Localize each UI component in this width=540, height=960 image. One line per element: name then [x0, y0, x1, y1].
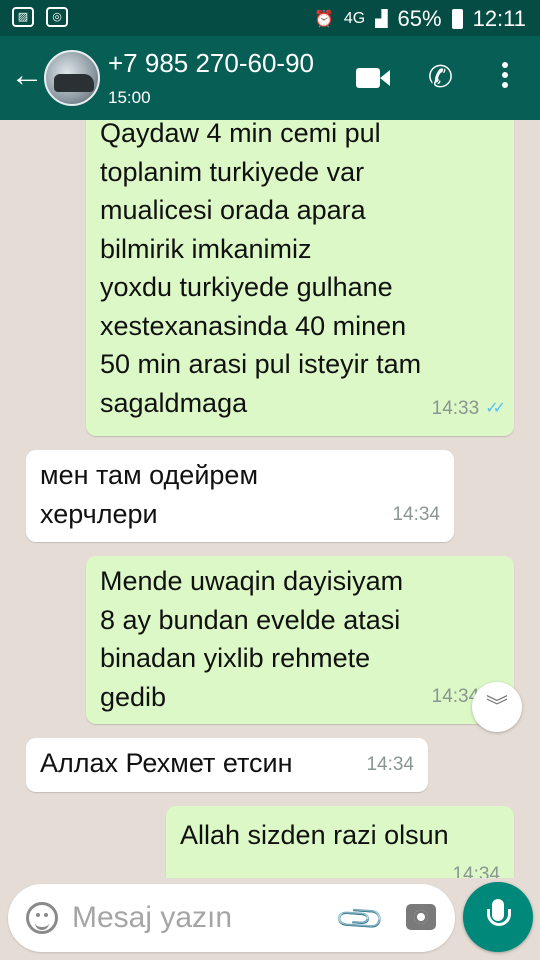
- mic-icon: [487, 899, 511, 926]
- scroll-to-bottom-icon[interactable]: ︾: [472, 682, 522, 732]
- message-outgoing[interactable]: Mende uwaqin dayisiyam 8 ay bundan eveld…: [86, 556, 514, 724]
- image-notification-icon: ▨: [12, 7, 34, 27]
- system-indicators: ⏰ 4G ▟ 65% 12:11: [314, 6, 526, 32]
- status-bar: ▨ ◎ ⏰ 4G ▟ 65% 12:11: [0, 0, 540, 36]
- message-text: Allah sizden razi olsun: [180, 820, 449, 850]
- contact-name[interactable]: +7 985 270-60-90: [108, 48, 314, 79]
- read-receipt-icon: ✓✓: [485, 399, 506, 417]
- message-text: Qaydaw 4 min cemi pul toplanim turkiyede…: [100, 120, 422, 418]
- message-time: 14:34: [366, 753, 414, 775]
- message-incoming[interactable]: мен там одейрем херчлери 14:34: [26, 450, 454, 542]
- back-arrow-icon[interactable]: ←: [10, 58, 44, 92]
- message-text: мен там одейрем херчлери: [40, 460, 259, 529]
- message-composer: 📎: [8, 884, 455, 952]
- battery-percent: 65%: [397, 6, 442, 31]
- message-outgoing[interactable]: Allah sizden razi olsun 14:34: [166, 806, 514, 878]
- emoji-icon[interactable]: [26, 902, 58, 934]
- message-time: 14:33: [431, 397, 480, 419]
- message-meta: 14:34: [452, 856, 500, 879]
- message-outgoing[interactable]: Qaydaw 4 min cemi pul toplanim turkiyede…: [86, 120, 514, 436]
- notification-icons: ▨ ◎: [12, 7, 68, 27]
- message-list[interactable]: Qaydaw 4 min cemi pul toplanim turkiyede…: [0, 120, 540, 878]
- network-type: 4G: [343, 10, 366, 27]
- clock: 12:11: [472, 6, 526, 31]
- message-time: 14:34: [392, 503, 440, 525]
- battery-icon: [451, 9, 463, 29]
- message-text: Аллах Рехмет етсин: [40, 748, 293, 778]
- camera-icon[interactable]: [406, 904, 436, 930]
- instagram-notification-icon: ◎: [46, 7, 68, 27]
- chat-header: ← +7 985 270-60-90 15:00 ✆: [0, 36, 540, 120]
- message-input[interactable]: [72, 896, 322, 940]
- phone-icon[interactable]: ✆: [428, 60, 453, 95]
- video-call-icon[interactable]: [356, 68, 390, 88]
- signal-icon: ▟: [375, 11, 388, 28]
- alarm-icon: ⏰: [313, 11, 334, 28]
- message-incoming[interactable]: Аллах Рехмет етсин 14:34: [26, 738, 428, 792]
- last-seen: 15:00: [108, 88, 151, 107]
- message-meta: 14:34: [392, 496, 440, 535]
- paperclip-icon[interactable]: 📎: [332, 891, 387, 946]
- avatar[interactable]: [44, 50, 100, 106]
- more-vert-icon[interactable]: [502, 62, 510, 92]
- message-meta: 14:34: [366, 746, 414, 785]
- message-time: 14:34: [452, 863, 500, 879]
- voice-message-button[interactable]: [463, 882, 533, 952]
- message-meta: 14:33 ✓✓: [431, 390, 506, 429]
